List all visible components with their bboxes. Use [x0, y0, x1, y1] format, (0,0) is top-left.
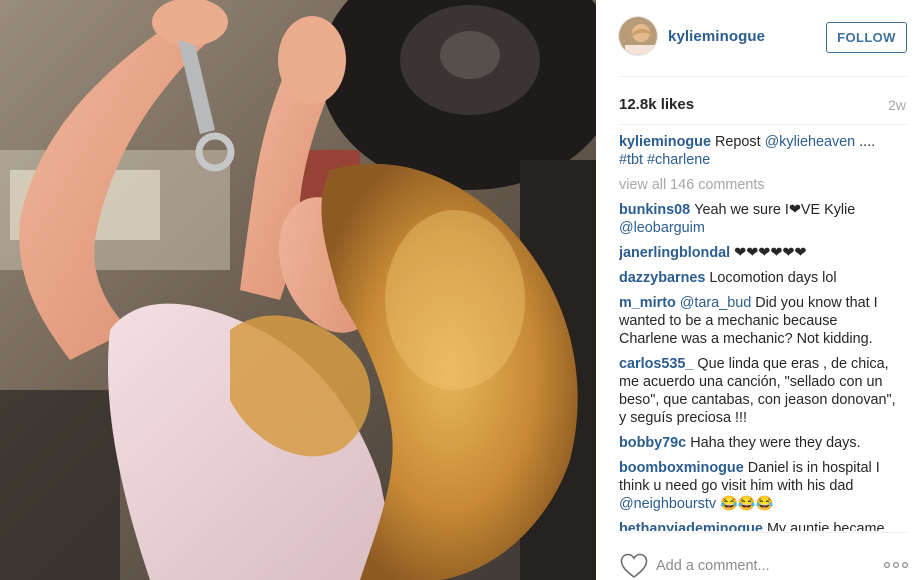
- comment-text: ❤❤❤❤❤❤: [734, 245, 807, 261]
- ellipsis-icon[interactable]: [883, 557, 909, 573]
- comment: m_mirto @tara_bud Did you know that I wan…: [619, 294, 899, 348]
- comment-author-link[interactable]: janerlingblondal: [619, 245, 730, 261]
- comment: janerlingblondal ❤❤❤❤❤❤: [619, 244, 899, 262]
- comment-bar: [596, 533, 916, 580]
- comment-text: Yeah we sure I❤VE Kylie: [694, 202, 856, 218]
- comment-author-link[interactable]: bethanyiademinogue: [619, 521, 763, 531]
- caption-mention-link[interactable]: @kylieheaven: [765, 134, 856, 150]
- avatar[interactable]: [618, 16, 658, 56]
- comment-mention-link[interactable]: @leobarguim: [619, 220, 705, 236]
- caption-hashtags[interactable]: #tbt #charlene: [619, 152, 710, 168]
- caption-text: Repost: [714, 134, 765, 150]
- comment-author-link[interactable]: dazzybarnes: [619, 270, 705, 286]
- caption-author-link[interactable]: kylieminogue: [619, 134, 711, 150]
- comment-text: Haha they were they days.: [690, 435, 861, 451]
- comment: bethanyiademinogue My auntie became: [619, 520, 899, 531]
- username-link[interactable]: kylieminogue: [668, 28, 765, 45]
- comment: dazzybarnes Locomotion days lol: [619, 269, 899, 287]
- comment-mention-link[interactable]: @neighbourstv: [619, 496, 716, 512]
- follow-button[interactable]: FOLLOW: [826, 22, 907, 53]
- comment-author-link[interactable]: carlos535_: [619, 356, 693, 372]
- comment: bunkins08 Yeah we sure I❤VE Kylie @leobar…: [619, 201, 899, 237]
- post-image: [0, 0, 596, 580]
- post-time-ago[interactable]: 2w: [888, 97, 906, 113]
- comment: carlos535_ Que linda que eras , de chica,…: [619, 355, 899, 427]
- comment: bobby79c Haha they were they days.: [619, 434, 899, 452]
- likes-count[interactable]: 12.8k likes: [619, 96, 694, 113]
- comment: boomboxminogue Daniel is in hospital I th…: [619, 459, 899, 513]
- comment-text: My auntie became: [766, 521, 885, 531]
- comments-list[interactable]: kylieminogue Repost @kylieheaven .... #tb…: [619, 133, 899, 531]
- comment-emoji: 😂😂😂: [716, 496, 774, 512]
- comment-author-link[interactable]: boomboxminogue: [619, 460, 744, 476]
- post-photo[interactable]: [0, 0, 596, 580]
- caption: kylieminogue Repost @kylieheaven .... #tb…: [619, 133, 899, 169]
- comment-author-link[interactable]: m_mirto: [619, 295, 676, 311]
- divider: [618, 124, 908, 125]
- add-comment-input[interactable]: [656, 556, 866, 576]
- heart-outline-icon[interactable]: [620, 553, 648, 579]
- comment-mention-link[interactable]: @tara_bud: [680, 295, 751, 311]
- divider: [618, 76, 908, 77]
- comment-author-link[interactable]: bobby79c: [619, 435, 686, 451]
- post-sidebar: kylieminogue FOLLOW 12.8k likes 2w kylie…: [596, 0, 916, 580]
- post-header: kylieminogue FOLLOW: [596, 0, 916, 76]
- view-all-comments-link[interactable]: view all 146 comments: [619, 176, 899, 194]
- comment-text: Locomotion days lol: [709, 270, 837, 286]
- comment-author-link[interactable]: bunkins08: [619, 202, 690, 218]
- caption-text-suffix: ....: [855, 134, 876, 150]
